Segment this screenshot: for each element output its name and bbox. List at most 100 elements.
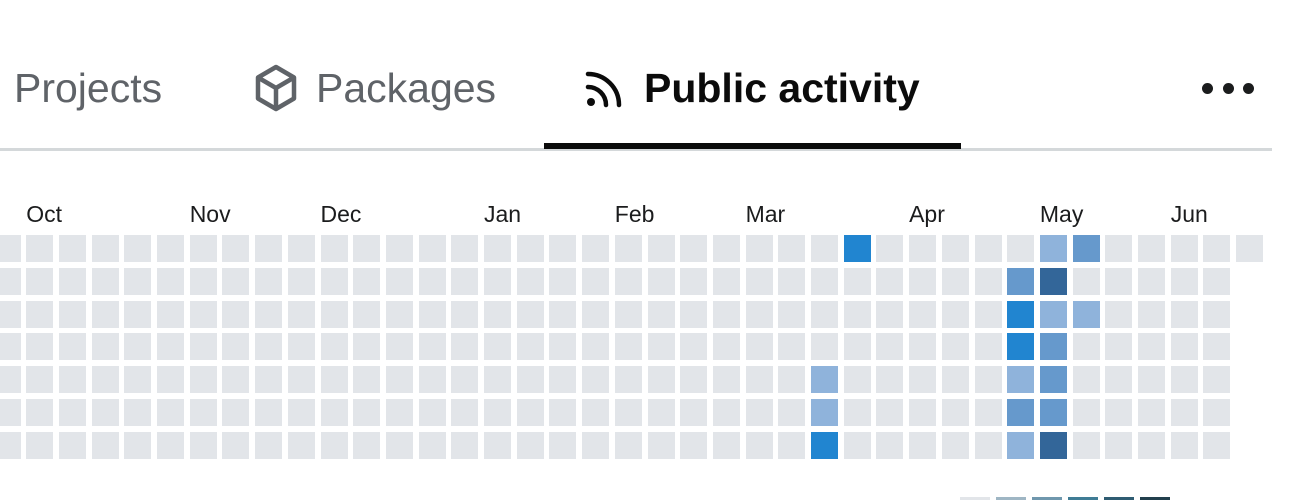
activity-cell[interactable] [222,235,250,262]
activity-cell[interactable] [1203,431,1231,459]
activity-cell[interactable] [451,267,479,295]
activity-cell-active[interactable] [1039,431,1067,459]
activity-cell-active[interactable] [843,235,871,262]
activity-cell[interactable] [418,431,446,459]
activity-cell[interactable] [451,366,479,394]
activity-cell[interactable] [124,333,152,361]
activity-cell[interactable] [745,267,773,295]
activity-cell[interactable] [909,333,937,361]
activity-cell[interactable] [385,300,413,328]
activity-cell[interactable] [320,431,348,459]
activity-cell-active[interactable] [1039,399,1067,426]
activity-cell[interactable] [974,300,1002,328]
activity-cell[interactable] [26,300,54,328]
activity-cell[interactable] [876,333,904,361]
activity-cell[interactable] [26,267,54,295]
activity-cell[interactable] [680,267,708,295]
activity-cell[interactable] [222,333,250,361]
activity-cell[interactable] [26,399,54,426]
activity-cell-active[interactable] [1039,366,1067,394]
activity-cell[interactable] [1203,267,1231,295]
activity-cell[interactable] [647,333,675,361]
activity-cell[interactable] [1170,267,1198,295]
activity-cell[interactable] [1138,235,1165,262]
activity-cell-active[interactable] [811,431,838,459]
activity-cell[interactable] [647,267,675,295]
activity-cell[interactable] [91,235,119,262]
activity-cell[interactable] [614,333,642,361]
activity-cell[interactable] [843,366,871,394]
activity-cell[interactable] [222,399,250,426]
activity-cell[interactable] [484,300,511,328]
activity-cell[interactable] [157,267,184,295]
activity-cell[interactable] [1170,399,1198,426]
activity-cell[interactable] [941,431,969,459]
activity-cell[interactable] [385,366,413,394]
activity-cell[interactable] [0,300,21,328]
activity-cell[interactable] [385,431,413,459]
activity-cell[interactable] [0,366,21,394]
activity-cell[interactable] [1203,366,1231,394]
activity-cell[interactable] [549,300,577,328]
activity-cell-active[interactable] [1007,366,1035,394]
activity-cell[interactable] [91,431,119,459]
activity-cell[interactable] [811,235,838,262]
activity-cell[interactable] [157,235,184,262]
activity-cell[interactable] [680,366,708,394]
activity-cell[interactable] [582,235,610,262]
activity-cell[interactable] [680,300,708,328]
activity-cell[interactable] [451,431,479,459]
tab-packages[interactable]: Packages [254,60,496,116]
activity-cell[interactable] [614,431,642,459]
activity-cell[interactable] [353,333,381,361]
activity-cell[interactable] [157,431,184,459]
activity-cell[interactable] [941,399,969,426]
activity-cell[interactable] [582,300,610,328]
activity-cell[interactable] [124,300,152,328]
activity-cell-active[interactable] [1007,267,1035,295]
activity-cell[interactable] [189,431,217,459]
activity-cell[interactable] [255,431,283,459]
activity-cell[interactable] [1170,431,1198,459]
activity-cell[interactable] [320,235,348,262]
activity-cell[interactable] [1138,431,1165,459]
activity-cell[interactable] [353,399,381,426]
activity-cell[interactable] [189,300,217,328]
activity-cell[interactable] [157,300,184,328]
activity-cell[interactable] [58,235,86,262]
activity-cell[interactable] [974,235,1002,262]
activity-cell[interactable] [876,267,904,295]
activity-cell[interactable] [0,267,21,295]
activity-cell[interactable] [255,267,283,295]
activity-cell[interactable] [287,267,315,295]
activity-cell[interactable] [1072,333,1100,361]
activity-cell[interactable] [843,333,871,361]
activity-cell[interactable] [255,300,283,328]
activity-cell[interactable] [0,431,21,459]
activity-cell-active[interactable] [1007,333,1035,361]
activity-cell[interactable] [745,366,773,394]
activity-cell[interactable] [1138,333,1165,361]
activity-cell[interactable] [1072,267,1100,295]
activity-cell[interactable] [26,366,54,394]
activity-cell[interactable] [516,399,544,426]
activity-cell[interactable] [941,366,969,394]
activity-cell[interactable] [614,300,642,328]
activity-cell-active[interactable] [1072,235,1100,262]
activity-cell-active[interactable] [1007,431,1035,459]
activity-cell[interactable] [974,267,1002,295]
activity-cell[interactable] [941,267,969,295]
activity-cell[interactable] [745,431,773,459]
activity-cell[interactable] [287,431,315,459]
activity-cell[interactable] [222,267,250,295]
activity-cell[interactable] [680,333,708,361]
activity-cell[interactable] [745,333,773,361]
activity-cell[interactable] [876,399,904,426]
activity-cell[interactable] [811,333,838,361]
activity-cell-active[interactable] [1039,300,1067,328]
activity-cell[interactable] [974,366,1002,394]
activity-cell[interactable] [484,333,511,361]
activity-cell[interactable] [941,300,969,328]
activity-cell[interactable] [287,399,315,426]
activity-cell[interactable] [1007,235,1035,262]
